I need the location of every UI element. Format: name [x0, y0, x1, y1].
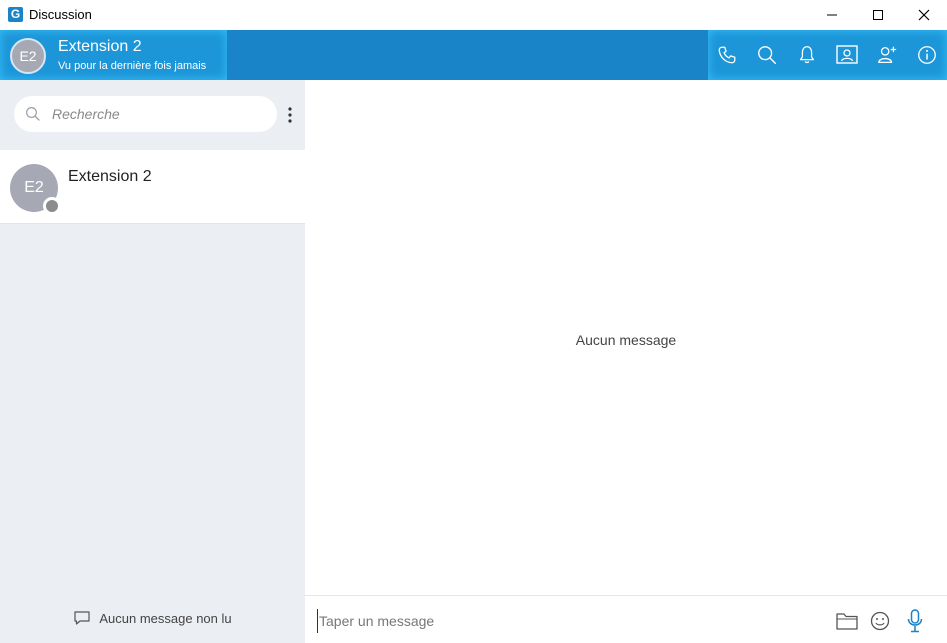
info-icon [918, 46, 936, 64]
emoji-icon [870, 611, 890, 631]
no-messages-label: Aucun message [575, 332, 677, 348]
minimize-button[interactable] [809, 0, 855, 30]
add-user-icon [878, 46, 897, 63]
info-button[interactable] [915, 43, 939, 67]
conversation-header: E2 Extension 2 Vu pour la dernière fois … [0, 30, 947, 80]
add-participant-button[interactable] [875, 43, 899, 67]
search-conversation-button[interactable] [755, 43, 779, 67]
minimize-icon [827, 14, 837, 16]
message-area: Aucun message [305, 80, 947, 595]
search-icon [26, 107, 40, 121]
header-avatar: E2 [10, 38, 46, 74]
unread-label: Aucun message non lu [99, 610, 232, 626]
microphone-icon [907, 609, 923, 633]
phone-icon [718, 46, 736, 64]
contact-name: Extension 2 [68, 168, 152, 185]
notifications-button[interactable] [795, 43, 819, 67]
header-last-seen-status: Vu pour la dernière fois jamais [58, 60, 207, 72]
bell-icon [799, 46, 815, 64]
header-contact-name: Extension 2 [58, 38, 142, 55]
maximize-button[interactable] [855, 0, 901, 30]
search-input[interactable] [52, 102, 267, 126]
discussion-window: G Discussion E2 Extension 2 Vu pour la d… [0, 0, 947, 643]
title-bar: G Discussion [0, 0, 947, 30]
more-options-icon[interactable] [283, 104, 297, 126]
call-button[interactable] [715, 43, 739, 67]
maximize-icon [873, 10, 883, 20]
app-logo-icon: G [8, 7, 23, 22]
message-input[interactable] [317, 609, 817, 633]
voice-message-button[interactable] [902, 608, 928, 634]
unread-status: Aucun message non lu [0, 608, 305, 628]
conversation-sidebar: E2 Extension 2 Aucun message non lu [0, 80, 305, 643]
presence-status-dot [43, 197, 61, 215]
contact-card-button[interactable] [835, 43, 859, 67]
contact-list-item[interactable]: E2 Extension 2 [0, 150, 305, 224]
header-actions [708, 30, 947, 80]
window-title: Discussion [29, 7, 92, 22]
contact-card-icon [836, 45, 858, 64]
close-icon [918, 9, 930, 21]
chat-bubble-icon [74, 611, 90, 625]
header-contact-info[interactable]: E2 Extension 2 Vu pour la dernière fois … [0, 30, 227, 80]
close-button[interactable] [901, 0, 947, 30]
attach-file-button[interactable] [834, 608, 860, 634]
search-icon [758, 46, 776, 64]
search-box[interactable] [14, 96, 277, 132]
folder-icon [836, 613, 858, 630]
emoji-button[interactable] [867, 608, 893, 634]
message-composer [305, 595, 947, 643]
